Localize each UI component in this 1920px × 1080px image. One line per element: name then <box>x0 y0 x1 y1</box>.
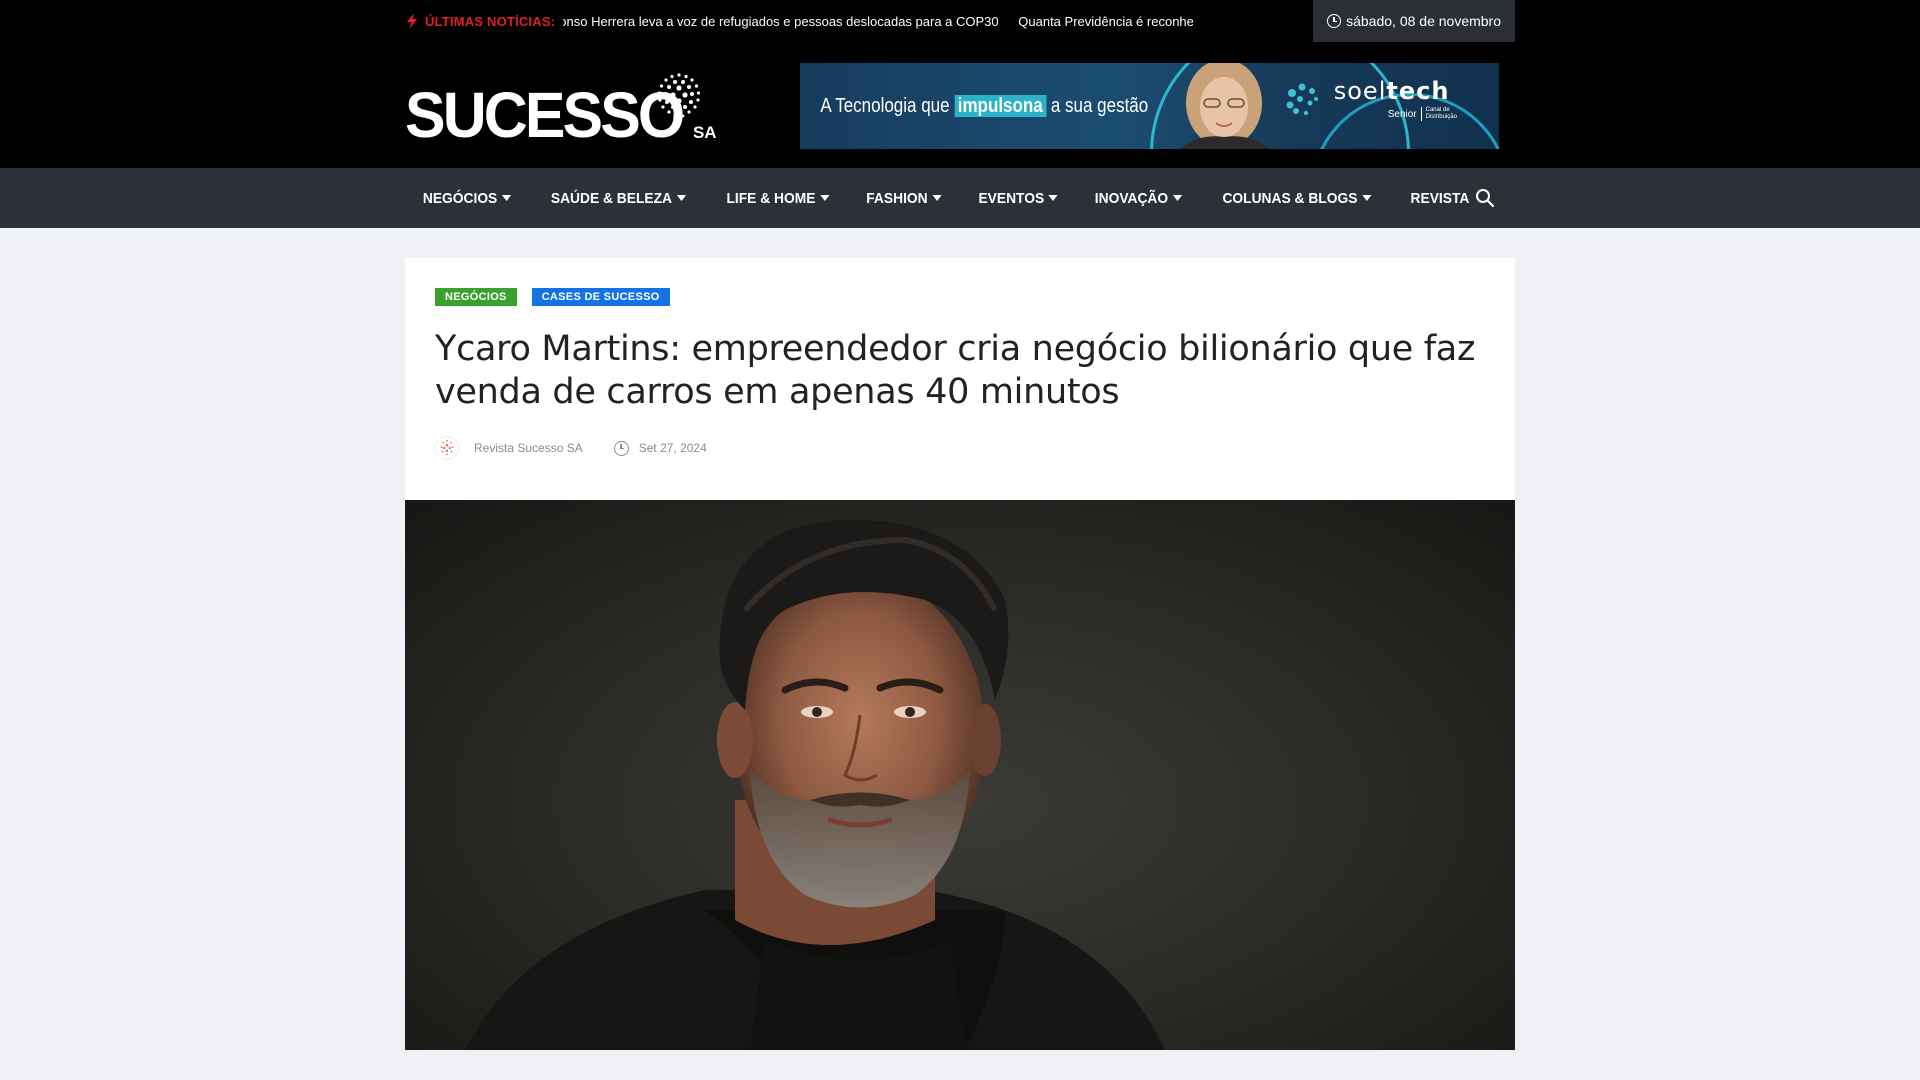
caret-down-icon <box>932 195 942 201</box>
caret-down-icon <box>1173 195 1183 201</box>
ticker-item[interactable]: onso Herrera leva a voz de refugiados e … <box>563 14 998 29</box>
category-tag-cases-de-sucesso[interactable]: CASES DE SUCESSO <box>531 288 670 306</box>
logo-globe-icon <box>657 73 701 118</box>
author-name[interactable]: Revista Sucesso SA <box>474 441 583 455</box>
banner-woman-image <box>1180 63 1270 149</box>
breaking-news-ticker: ÚLTIMAS NOTÍCIAS: onso Herrera leva a vo… <box>405 0 1515 42</box>
site-logo[interactable]: SUCESSO SA <box>405 65 717 151</box>
article-title: Ycaro Martins: empreendedor cria negócio… <box>435 329 1476 412</box>
nav-item-saude-beleza[interactable]: SAÚDE & BELEZA <box>537 190 700 207</box>
nav-item-negocios[interactable]: NEGÓCIOS <box>410 190 525 207</box>
lightning-icon <box>407 13 417 29</box>
author-avatar[interactable] <box>435 436 459 460</box>
category-tags: NEGÓCIOS CASES DE SUCESSO <box>435 288 1485 306</box>
banner-brand: soeltech Senior Canal de Distribuição <box>1286 77 1457 121</box>
article-meta: Revista Sucesso SA Set 27, 2024 <box>435 436 1485 460</box>
current-date: sábado, 08 de novembro <box>1313 0 1515 42</box>
article-hero-image <box>405 500 1515 1050</box>
category-tag-negocios[interactable]: NEGÓCIOS <box>435 288 517 306</box>
article: NEGÓCIOS CASES DE SUCESSO Ycaro Martins:… <box>405 258 1515 1050</box>
nav-item-eventos[interactable]: EVENTOS <box>965 190 1072 207</box>
nav-item-colunas-blogs[interactable]: COLUNAS & BLOGS <box>1209 190 1385 207</box>
caret-down-icon <box>1048 195 1058 201</box>
nav-item-life-home[interactable]: LIFE & HOME <box>712 190 842 207</box>
publish-date: Set 27, 2024 <box>638 441 707 455</box>
top-header: ÚLTIMAS NOTÍCIAS: onso Herrera leva a vo… <box>0 0 1920 168</box>
banner-headline: A Tecnologia que impulsona a sua gestão <box>820 94 1149 117</box>
ticker-item[interactable]: Quanta Previdência é reconhe <box>1018 14 1193 29</box>
nav-item-revista[interactable]: REVISTA <box>1396 190 1482 207</box>
logo-suffix: SA <box>692 123 717 142</box>
ticker-items: onso Herrera leva a voz de refugiados e … <box>563 14 1193 29</box>
ticker-label-text: ÚLTIMAS NOTÍCIAS: <box>425 13 556 29</box>
nav-item-inovacao[interactable]: INOVAÇÃO <box>1081 190 1196 207</box>
caret-down-icon <box>1362 195 1372 201</box>
main-nav: NEGÓCIOS SAÚDE & BELEZA LIFE & HOME FASH… <box>0 168 1920 228</box>
advertisement-banner[interactable]: A Tecnologia que impulsona a sua gestão … <box>800 63 1499 149</box>
caret-down-icon <box>501 195 512 201</box>
search-icon[interactable] <box>1475 188 1495 208</box>
clock-icon <box>613 440 629 456</box>
clock-icon <box>1327 14 1342 28</box>
senior-logo: Senior <box>1387 108 1417 120</box>
author-avatar-icon <box>440 439 454 456</box>
logo-text: SUCESSO <box>405 79 685 151</box>
portrait-photo <box>465 519 1165 1050</box>
caret-down-icon <box>819 195 829 201</box>
nav-item-fashion[interactable]: FASHION <box>853 190 956 207</box>
caret-down-icon <box>676 195 686 201</box>
ticker-label: ÚLTIMAS NOTÍCIAS: <box>405 13 555 29</box>
soeltech-logo-icon <box>1286 83 1318 116</box>
date-text: sábado, 08 de novembro <box>1346 13 1501 29</box>
